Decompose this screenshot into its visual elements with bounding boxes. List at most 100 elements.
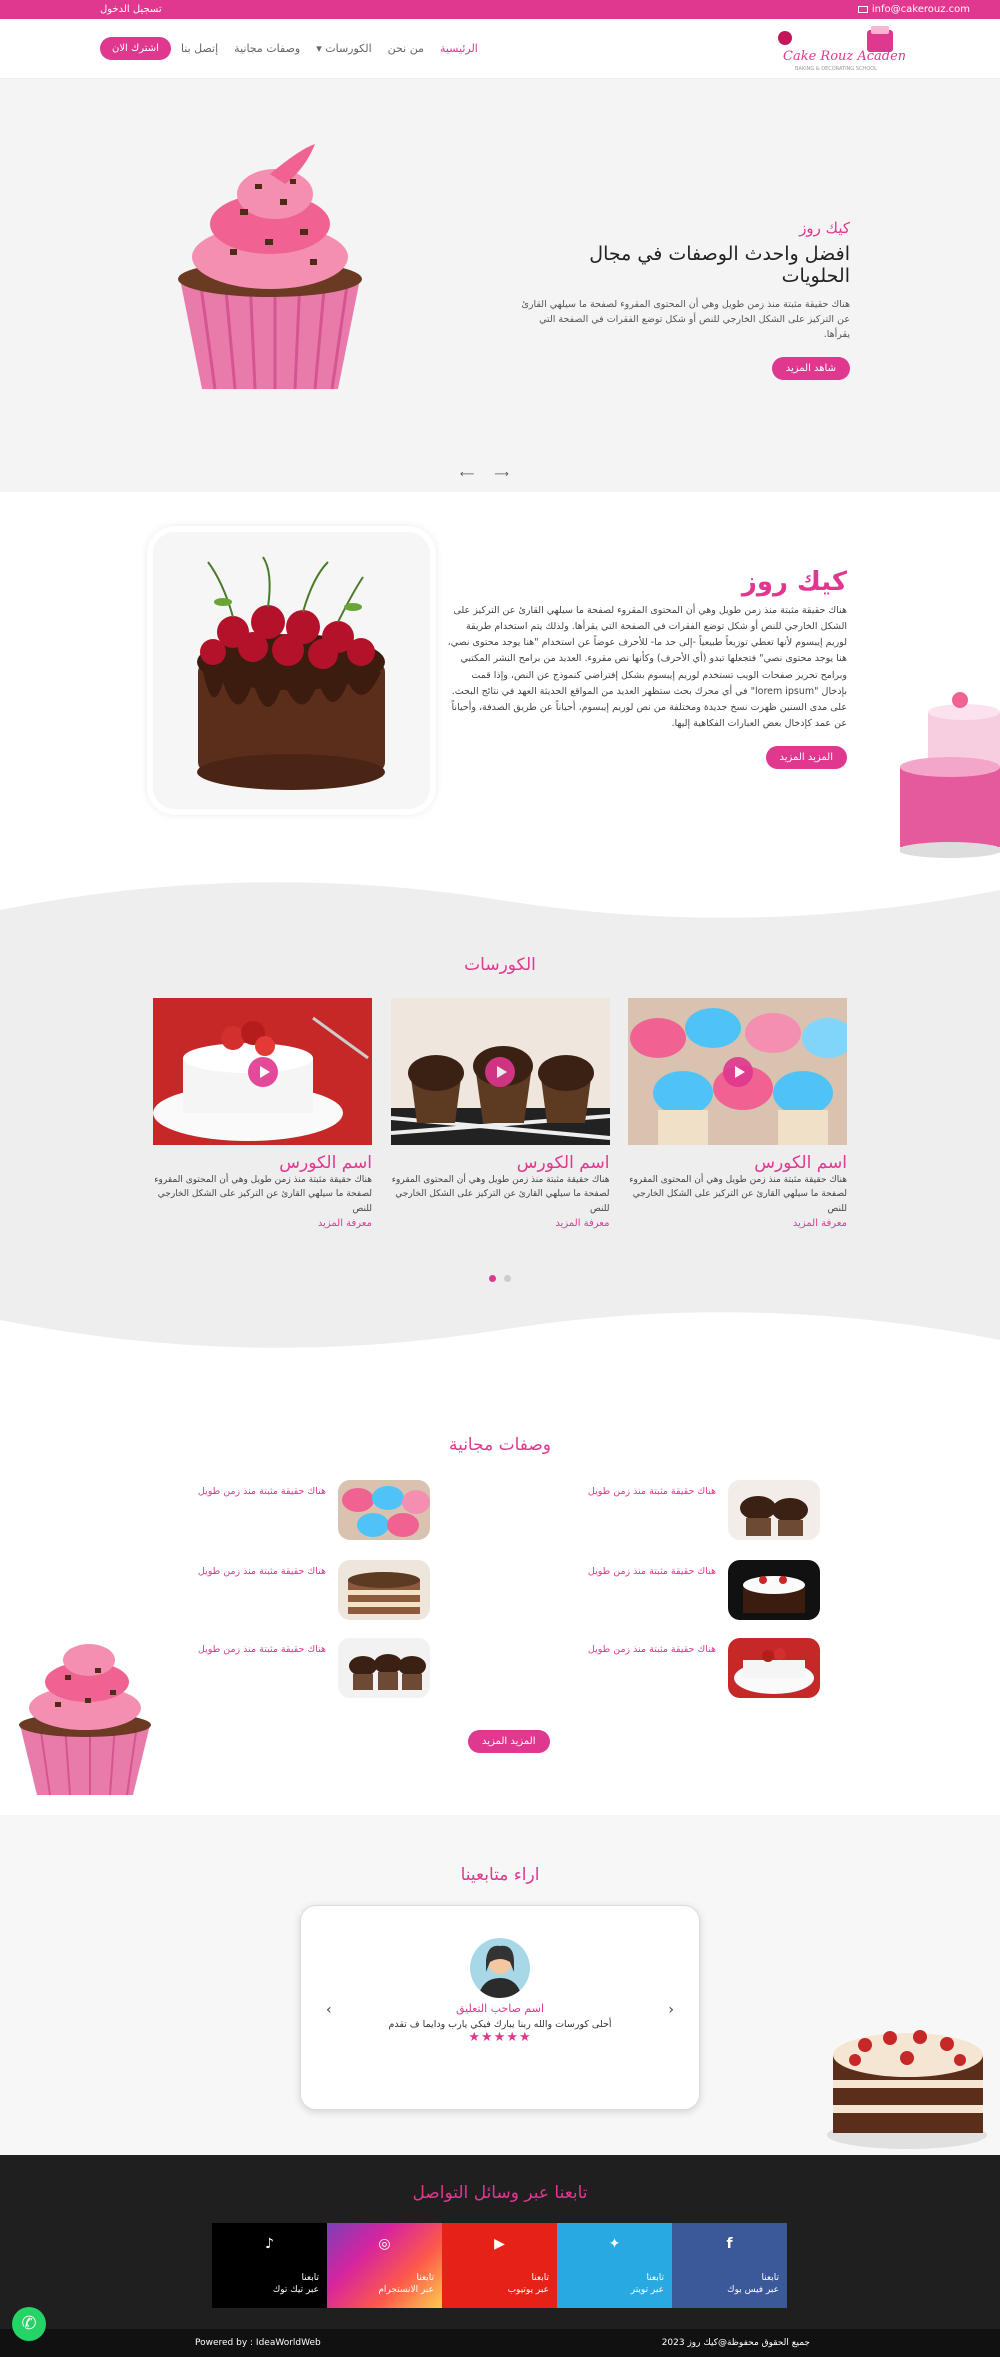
nav-recipes[interactable]: وصفات مجانية bbox=[234, 42, 300, 55]
course-title: اسم الكورس bbox=[279, 1153, 372, 1173]
social-sublabel: عبر يوتيوب bbox=[507, 2284, 549, 2295]
recipe-item[interactable]: هناك حقيقة مثبتة منذ زمن طويل bbox=[180, 1480, 430, 1540]
recipe-title: هناك حقيقة مثبتة منذ زمن طويل bbox=[587, 1486, 716, 1497]
social-sublabel: عبر فيس بوك bbox=[727, 2284, 779, 2295]
social-label: تابعنا bbox=[301, 2273, 319, 2283]
recipe-title: هناك حقيقة مثبتة منذ زمن طويل bbox=[587, 1566, 716, 1577]
testimonials-title: اراء متابعينا bbox=[460, 1865, 540, 1885]
carousel-dot[interactable] bbox=[504, 1275, 511, 1282]
hero-title: افضل واحدث الوصفات في مجال الحلويات bbox=[589, 243, 850, 287]
site-logo[interactable]: Cake Rouz Academy BAKING & DECORATING SC… bbox=[775, 24, 905, 74]
course-more-link[interactable]: معرفة المزيد bbox=[391, 1218, 609, 1229]
about-paragraph: هناك حقيقة مثبتة منذ زمن طويل وهي أن الم… bbox=[447, 605, 847, 729]
login-link[interactable]: تسجيل الدخول bbox=[100, 4, 162, 15]
hero-text: كيك روز افضل واحدث الوصفات في مجال الحلو… bbox=[520, 219, 850, 380]
social-tiktok[interactable]: ♪ تابعنا عبر تيك توك bbox=[212, 2223, 327, 2308]
course-card[interactable]: اسم الكورس هناك حقيقة مثبتة منذ زمن طويل… bbox=[628, 998, 847, 1229]
course-more-link[interactable]: معرفة المزيد bbox=[153, 1218, 372, 1229]
cherry-cake-image bbox=[153, 532, 430, 809]
courses-title: الكورسات bbox=[464, 955, 536, 975]
social-sublabel: عبر تويتر bbox=[630, 2284, 664, 2295]
social-label: تابعنا bbox=[761, 2273, 779, 2283]
chevron-left-icon[interactable]: ‹ bbox=[326, 2002, 332, 2018]
copyright: جميع الحقوق محفوظة@كيك روز 2023 bbox=[661, 2338, 810, 2348]
email-contact[interactable]: info@cakerouz.com bbox=[857, 4, 970, 15]
social-sublabel: عبر الانستجرام bbox=[378, 2284, 434, 2295]
testimonial-card: اسم صاحب التعليق أحلى كورسات والله ربنا … bbox=[300, 1905, 700, 2110]
nav-home[interactable]: الرئيسية bbox=[440, 42, 478, 55]
bottom-bar: Powered by : IdeaWorldWeb جميع الحقوق مح… bbox=[0, 2329, 1000, 2357]
course-card[interactable]: اسم الكورس هناك حقيقة مثبتة منذ زمن طويل… bbox=[390, 998, 610, 1229]
rating-stars: ★★★★★ bbox=[468, 2030, 532, 2045]
about-section: كيك روز هناك حقيقة مثبتة منذ زمن طويل وه… bbox=[0, 492, 1000, 892]
chocolate-cupcakes-image bbox=[390, 998, 610, 1145]
hero-slider: كيك روز افضل واحدث الوصفات في مجال الحلو… bbox=[0, 79, 1000, 492]
site-footer: تابعنا عبر وسائل التواصل ♪ تابعنا عبر تي… bbox=[0, 2155, 1000, 2357]
testimonials-section: اراء متابعينا اسم صاحب التعليق أحلى كورس… bbox=[0, 1815, 1000, 2155]
social-links: ♪ تابعنا عبر تيك توك ◎ تابعنا عبر الانست… bbox=[212, 2223, 787, 2308]
strawberry-cake-image bbox=[153, 998, 372, 1145]
email-text: info@cakerouz.com bbox=[871, 4, 970, 15]
course-description: هناك حقيقة مثبتة منذ زمن طويل وهي أن الم… bbox=[391, 1175, 610, 1214]
recipe-image bbox=[338, 1560, 430, 1620]
facebook-icon: f bbox=[726, 2236, 733, 2252]
play-icon[interactable] bbox=[485, 1056, 515, 1087]
recipe-title: هناك حقيقة مثبتة منذ زمن طويل bbox=[197, 1566, 326, 1577]
course-more-link[interactable]: معرفة المزيد bbox=[628, 1218, 847, 1229]
recipe-image bbox=[338, 1480, 430, 1540]
whatsapp-icon[interactable]: ✆ bbox=[12, 2307, 46, 2341]
top-bar: تسجيل الدخول info@cakerouz.com bbox=[0, 0, 1000, 19]
social-twitter[interactable]: ✦ تابعنا عبر تويتر bbox=[557, 2223, 672, 2308]
recipe-item[interactable]: هناك حقيقة مثبتة منذ زمن طويل bbox=[570, 1480, 820, 1540]
youtube-icon: ▶ bbox=[494, 2236, 505, 2252]
social-facebook[interactable]: f تابعنا عبر فيس بوك bbox=[672, 2223, 787, 2308]
colorful-cupcakes-image bbox=[628, 998, 847, 1145]
pink-layer-cake-decoration bbox=[900, 692, 1000, 862]
mail-icon bbox=[857, 6, 868, 13]
recipes-title: وصفات مجانية bbox=[448, 1435, 552, 1455]
recipe-item[interactable]: هناك حقيقة مثبتة منذ زمن طويل bbox=[180, 1560, 430, 1620]
recipe-item[interactable]: هناك حقيقة مثبتة منذ زمن طويل bbox=[180, 1638, 430, 1698]
testimonial-text: أحلى كورسات والله ربنا يبارك فيكي يارب و… bbox=[388, 2019, 612, 2030]
nav-contact[interactable]: إتصل بنا bbox=[181, 42, 218, 55]
footer-title: تابعنا عبر وسائل التواصل bbox=[412, 2183, 588, 2203]
about-text: كيك روز هناك حقيقة مثبتة منذ زمن طويل وه… bbox=[447, 567, 847, 770]
course-description: هناك حقيقة مثبتة منذ زمن طويل وهي أن الم… bbox=[629, 1175, 847, 1214]
social-label: تابعنا bbox=[416, 2273, 434, 2283]
svg-text:BAKING & DECORATING SCHOOL: BAKING & DECORATING SCHOOL bbox=[795, 66, 877, 72]
play-icon[interactable] bbox=[722, 1056, 753, 1087]
hero-cupcake-image bbox=[170, 139, 370, 399]
recipe-title: هناك حقيقة مثبتة منذ زمن طويل bbox=[197, 1644, 326, 1655]
tiktok-icon: ♪ bbox=[265, 2236, 274, 2252]
hero-paragraph: هناك حقيقة مثبتة منذ زمن طويل وهي أن الم… bbox=[521, 299, 850, 341]
course-title: اسم الكورس bbox=[516, 1153, 610, 1173]
recipe-item[interactable]: هناك حقيقة مثبتة منذ زمن طويل bbox=[570, 1560, 820, 1620]
powered-by[interactable]: Powered by : IdeaWorldWeb bbox=[195, 2338, 321, 2348]
recipe-title: هناك حقيقة مثبتة منذ زمن طويل bbox=[197, 1486, 326, 1497]
avatar bbox=[470, 1938, 530, 1998]
recipe-item[interactable]: هناك حقيقة مثبتة منذ زمن طويل bbox=[570, 1638, 820, 1698]
arrow-left-icon[interactable]: ⟵ bbox=[460, 469, 474, 480]
arrow-right-icon[interactable]: ⟶ bbox=[494, 469, 508, 480]
testimonial-author: اسم صاحب التعليق bbox=[455, 2002, 545, 2015]
play-icon[interactable] bbox=[247, 1056, 278, 1087]
recipes-more-button[interactable]: المزيد المزيد bbox=[468, 1730, 550, 1753]
chevron-right-icon[interactable]: › bbox=[668, 2002, 674, 2018]
hero-more-button[interactable]: شاهد المزيد bbox=[771, 356, 850, 380]
nav-about[interactable]: من نحن bbox=[388, 42, 424, 55]
social-label: تابعنا bbox=[646, 2273, 664, 2283]
about-more-button[interactable]: المزيد المزيد bbox=[765, 746, 847, 770]
pink-cupcake-decoration bbox=[15, 1630, 155, 1800]
carousel-dot[interactable] bbox=[489, 1275, 496, 1282]
cherry-chocolate-cake-decoration bbox=[825, 2000, 990, 2150]
hero-subtitle: كيك روز bbox=[799, 219, 850, 237]
social-sublabel: عبر تيك توك bbox=[272, 2284, 319, 2295]
social-youtube[interactable]: ▶ تابعنا عبر يوتيوب bbox=[442, 2223, 557, 2308]
social-instagram[interactable]: ◎ تابعنا عبر الانستجرام bbox=[327, 2223, 442, 2308]
nav-courses[interactable]: الكورسات ▾ bbox=[316, 42, 371, 55]
recipe-image bbox=[728, 1638, 820, 1698]
instagram-icon: ◎ bbox=[378, 2236, 391, 2252]
main-header: اشترك الان الرئيسية من نحن الكورسات ▾ وص… bbox=[0, 19, 1000, 79]
join-button[interactable]: اشترك الان bbox=[100, 37, 171, 60]
course-card[interactable]: اسم الكورس هناك حقيقة مثبتة منذ زمن طويل… bbox=[153, 998, 372, 1229]
